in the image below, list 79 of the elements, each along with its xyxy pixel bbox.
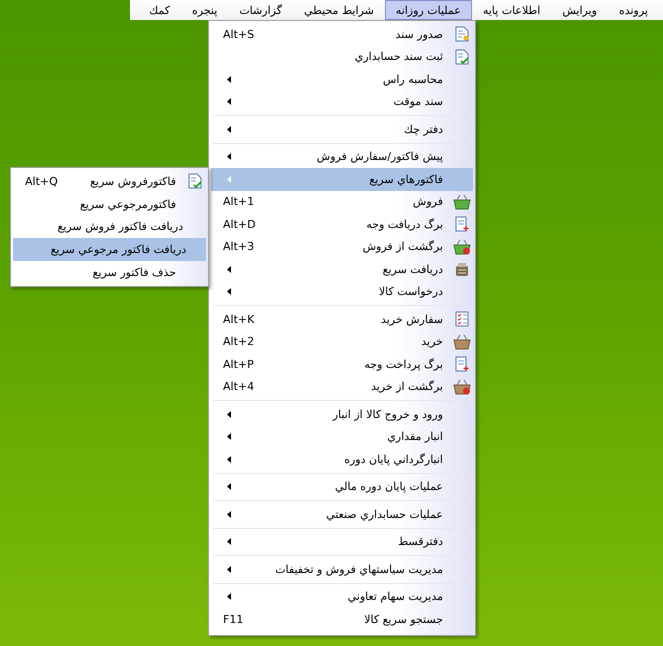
menu-bar-item[interactable]: كمك — [138, 0, 181, 20]
menu-item-label: برگشت از خريد — [370, 380, 444, 394]
document-icon — [454, 356, 470, 372]
menu-item-label: خريد — [420, 335, 444, 348]
document-check-icon — [454, 48, 470, 65]
menu-item[interactable]: پيش فاكتور/سفارش فروش — [211, 146, 473, 168]
menu-item-label: جستجو سريع كالا — [363, 612, 444, 626]
menu-bar-item[interactable]: پرونده — [608, 0, 659, 20]
menu-item[interactable]: محاسبه راس — [211, 68, 473, 90]
menu-item[interactable]: عمليات پايان دوره مالي — [211, 476, 473, 498]
basket-icon — [453, 334, 471, 350]
menu-item-label: فروش — [412, 195, 444, 208]
checklist-icon — [454, 311, 470, 328]
menu-item-label: محاسبه راس — [382, 72, 444, 86]
menu-item-label: مديريت سياستهاي فروش و تخفيفات — [275, 562, 444, 576]
menu-item-label: دريافت فاكتور فروش سريع — [58, 220, 184, 234]
menu-item-label: سفارش خريد — [380, 312, 444, 326]
menu-item-label: ثبت سند حسابداري — [354, 50, 444, 64]
menu-item[interactable]: مديريت سياستهاي فروش و تخفيفات — [211, 558, 473, 580]
shortcut-text: Alt+K — [222, 312, 256, 326]
menu-item-label: فاكتورهاي سريع — [368, 172, 444, 186]
menu-item-label: حذف فاكتور سريع — [92, 266, 177, 280]
document-check-icon — [187, 173, 203, 190]
menu-item[interactable]: فاكتورهاي سريع — [211, 168, 473, 190]
shortcut-text: Alt+P — [222, 358, 255, 371]
shortcut-text: Alt+3 — [222, 240, 256, 254]
menu-bar-item[interactable]: عمليات روزانه — [384, 0, 472, 20]
shortcut-text: Alt+4 — [222, 380, 256, 394]
document-icon — [454, 26, 470, 42]
basket-remove-icon — [453, 378, 471, 395]
menu-item-label: دريافت سريع — [382, 262, 444, 276]
menu-item-label: پيش فاكتور/سفارش فروش — [316, 150, 444, 164]
document-icon — [454, 216, 470, 232]
menu-item-label: برگشت از فروش — [362, 240, 444, 254]
menu-item-label: برگ پرداخت وجه — [363, 358, 444, 371]
menu-item[interactable]: ثبت سند حسابداري — [211, 46, 473, 68]
menu-item-label: دفتر چك — [402, 122, 444, 136]
shortcut-text: Alt+S — [222, 28, 256, 41]
menu-item-label: سند موقت — [392, 95, 444, 108]
menu-item-label: دفترقسط — [396, 535, 444, 548]
menu-item-label: ورود و خروج كالا از انبار — [331, 408, 444, 421]
menu-item[interactable]: مديريت سهام تعاوني — [211, 586, 473, 608]
menu-item[interactable]: حذف فاكتور سريع — [13, 261, 206, 284]
menu-item-label: عمليات پايان دوره مالي — [334, 480, 444, 494]
menu-item-label: فاكتورفروش سريع — [89, 174, 177, 188]
menu-item[interactable]: عمليات حسابداري صنعتي — [211, 503, 473, 526]
menu-item-label: انبار مقداري — [386, 430, 444, 444]
menu-item[interactable]: ورود و خروج كالا از انبار — [211, 403, 473, 426]
menu-bar-item[interactable]: ويرايش — [551, 0, 608, 20]
shortcut-text: F11 — [222, 612, 244, 626]
menu-item[interactable]: فاكتورمرجوعي سريع — [13, 192, 206, 216]
menu-item[interactable]: انبار مقداري — [211, 426, 473, 448]
menu-item-label: صدور سند — [394, 28, 444, 41]
menu-bar-item[interactable]: شرايط محيطي — [292, 0, 385, 20]
menu-item-label: فاكتورمرجوعي سريع — [78, 198, 177, 211]
menu-bar-item[interactable]: پنجره — [181, 0, 228, 20]
shortcut-text: Alt+1 — [222, 195, 256, 208]
shortcut-text: Alt+2 — [222, 335, 256, 348]
menu-bar-item[interactable]: گزارشات — [228, 0, 293, 20]
menu-item[interactable]: دريافت فاكتور مرجوعي سريع — [13, 238, 206, 262]
menu-item-label: دريافت فاكتور مرجوعي سريع — [50, 243, 188, 256]
menu-item[interactable]: دريافت سريع — [211, 258, 473, 280]
menu-item[interactable]: سند موقت — [211, 90, 473, 113]
menu-item[interactable]: انبارگرداني پايان دوره — [211, 448, 473, 470]
shortcut-text: Alt+D — [222, 218, 257, 231]
shortcut-text: Alt+Q — [24, 174, 59, 188]
menu-item[interactable]: دفتر چك — [211, 118, 473, 140]
menu-item-label: عمليات حسابداري صنعتي — [325, 508, 444, 521]
menu-item-label: درخواست كالا — [378, 285, 444, 298]
basket-icon — [453, 194, 471, 210]
cash-register-icon — [454, 261, 470, 278]
menu-item-label: انبارگرداني پايان دوره — [343, 452, 444, 466]
menu-item-label: مديريت سهام تعاوني — [346, 590, 444, 604]
menu-item[interactable]: دريافت فاكتور فروش سريع — [13, 216, 206, 238]
menu-bar-item[interactable]: اطلاعات پایه — [472, 0, 552, 20]
menu-item-label: برگ دريافت وجه — [365, 218, 444, 231]
menu-item[interactable]: دفترقسط — [211, 530, 473, 553]
menu-item[interactable]: درخواست كالا — [211, 280, 473, 303]
basket-remove-icon — [453, 238, 471, 255]
